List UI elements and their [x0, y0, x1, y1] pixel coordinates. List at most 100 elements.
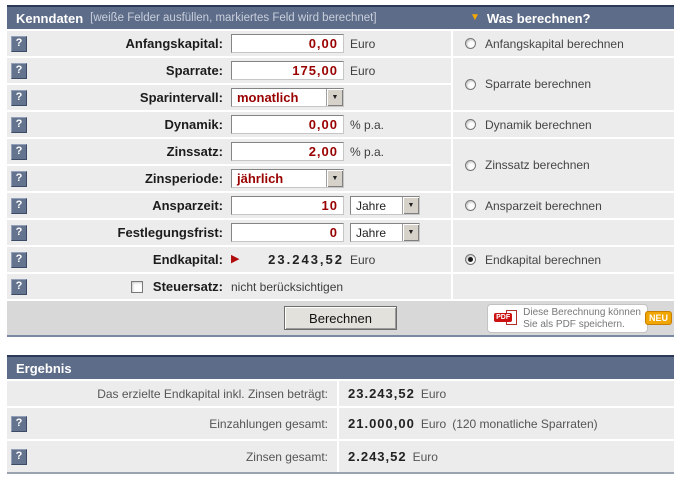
form-row-dynamik: ? Dynamik: % p.a. — [7, 112, 451, 137]
ansparzeit-unit-select[interactable]: Jahre ▼ — [350, 196, 420, 215]
ergebnis-panel: Ergebnis Das erzielte Endkapital inkl. Z… — [7, 355, 674, 474]
result-unit: Euro — [421, 387, 446, 401]
triangle-down-icon: ▼ — [470, 13, 480, 23]
sparrate-label: Sparrate: — [31, 63, 223, 78]
radio-cell-empty — [453, 220, 674, 245]
pdf-tag: PDF — [494, 313, 512, 322]
pdf-save-link[interactable]: PDF Diese Berechnung könnenSie als PDF s… — [487, 304, 648, 333]
radio-ansparzeit-berechnen[interactable]: Ansparzeit berechnen — [453, 193, 674, 218]
ansparzeit-label: Ansparzeit: — [31, 198, 223, 213]
help-button[interactable]: ? — [11, 279, 27, 295]
dropdown-arrow-icon[interactable]: ▼ — [326, 89, 343, 106]
anfangskapital-label: Anfangskapital: — [31, 36, 223, 51]
sparintervall-label: Sparintervall: — [31, 90, 223, 105]
radio-icon[interactable] — [465, 254, 476, 265]
help-button[interactable]: ? — [11, 36, 27, 52]
panel-title: Ergebnis — [16, 361, 72, 376]
radio-label: Sparrate berechnen — [485, 77, 591, 91]
berechnen-button[interactable]: Berechnen — [284, 306, 397, 330]
radio-zinssatz-berechnen[interactable]: Zinssatz berechnen — [453, 139, 674, 191]
dropdown-arrow-icon[interactable]: ▼ — [402, 197, 419, 214]
dynamik-unit: % p.a. — [350, 118, 384, 132]
dropdown-arrow-glyph: ▼ — [332, 175, 339, 182]
result-row-einzahlungen: ? Einzahlungen gesamt: 21.000,00 Euro (1… — [7, 408, 674, 439]
radio-icon[interactable] — [465, 79, 476, 90]
endkapital-value-box: ▶ 23.243,52 — [231, 250, 344, 269]
radio-column: Anfangskapital berechnen Sparrate berech… — [453, 31, 674, 299]
was-berechnen-link[interactable]: ▼ Was berechnen? — [470, 7, 590, 29]
form-column: ? Anfangskapital: Euro ? Sparrate: Euro … — [7, 31, 451, 299]
dynamik-input[interactable] — [231, 115, 344, 134]
radio-dynamik-berechnen[interactable]: Dynamik berechnen — [453, 112, 674, 137]
zinssatz-label: Zinssatz: — [31, 144, 223, 159]
dynamik-label: Dynamik: — [31, 117, 223, 132]
form-row-sparintervall: ? Sparintervall: monatlich ▼ — [7, 85, 451, 110]
result-label: Einzahlungen gesamt: — [27, 417, 337, 431]
help-button[interactable]: ? — [11, 252, 27, 268]
dropdown-arrow-glyph: ▼ — [408, 202, 415, 209]
radio-label: Zinssatz berechnen — [485, 158, 590, 172]
dropdown-arrow-glyph: ▼ — [332, 94, 339, 101]
radio-icon[interactable] — [465, 119, 476, 130]
anfangskapital-input[interactable] — [231, 34, 344, 53]
radio-label: Anfangskapital berechnen — [485, 37, 624, 51]
ergebnis-rows: Das erzielte Endkapital inkl. Zinsen bet… — [7, 381, 674, 474]
festlegungsfrist-unit-select[interactable]: Jahre ▼ — [350, 223, 420, 242]
result-unit: Euro — [413, 450, 438, 464]
result-label-cell: Das erzielte Endkapital inkl. Zinsen bet… — [7, 381, 337, 406]
help-button[interactable]: ? — [11, 117, 27, 133]
result-value-cell: 2.243,52 Euro — [339, 441, 674, 472]
help-button[interactable]: ? — [11, 225, 27, 241]
steuersatz-label: Steuersatz: — [153, 279, 223, 294]
select-value: jährlich — [232, 171, 326, 186]
form-row-endkapital: ? Endkapital: ▶ 23.243,52 Euro — [7, 247, 451, 272]
ergebnis-header: Ergebnis — [7, 355, 674, 379]
panel-title: Kenndaten — [16, 11, 83, 26]
radio-icon[interactable] — [465, 200, 476, 211]
form-row-anfangskapital: ? Anfangskapital: Euro — [7, 31, 451, 56]
endkapital-value: 23.243,52 — [239, 252, 344, 267]
dropdown-arrow-icon[interactable]: ▼ — [402, 224, 419, 241]
kenndaten-header: Kenndaten [weiße Felder ausfüllen, marki… — [7, 5, 674, 29]
anfangskapital-unit: Euro — [350, 37, 375, 51]
result-label: Das erzielte Endkapital inkl. Zinsen bet… — [7, 387, 337, 401]
sparrate-unit: Euro — [350, 64, 375, 78]
radio-sparrate-berechnen[interactable]: Sparrate berechnen — [453, 58, 674, 110]
result-value: 21.000,00 — [348, 416, 415, 431]
marked-field-arrow-icon: ▶ — [231, 254, 239, 265]
select-value: Jahre — [351, 226, 402, 240]
kenndaten-body: ? Anfangskapital: Euro ? Sparrate: Euro … — [7, 31, 674, 299]
neu-badge: NEU — [645, 311, 672, 325]
radio-icon[interactable] — [465, 160, 476, 171]
radio-icon[interactable] — [465, 38, 476, 49]
radio-anfangskapital-berechnen[interactable]: Anfangskapital berechnen — [453, 31, 674, 56]
ansparzeit-input[interactable] — [231, 196, 344, 215]
form-row-zinsperiode: ? Zinsperiode: jährlich ▼ — [7, 166, 451, 191]
radio-label: Ansparzeit berechnen — [485, 199, 602, 213]
help-button[interactable]: ? — [11, 63, 27, 79]
result-value-cell: 21.000,00 Euro (120 monatliche Sparraten… — [339, 408, 674, 439]
zinssatz-input[interactable] — [231, 142, 344, 161]
panel-subtitle: [weiße Felder ausfüllen, markiertes Feld… — [90, 12, 376, 24]
sparintervall-select[interactable]: monatlich ▼ — [231, 88, 344, 107]
pdf-text: Diese Berechnung könnenSie als PDF speic… — [523, 307, 641, 331]
help-button[interactable]: ? — [11, 416, 27, 432]
help-button[interactable]: ? — [11, 198, 27, 214]
sparrate-input[interactable] — [231, 61, 344, 80]
dropdown-arrow-icon[interactable]: ▼ — [326, 170, 343, 187]
help-button[interactable]: ? — [11, 171, 27, 187]
help-button[interactable]: ? — [11, 90, 27, 106]
zinssatz-unit: % p.a. — [350, 145, 384, 159]
festlegungsfrist-input[interactable] — [231, 223, 344, 242]
radio-endkapital-berechnen[interactable]: Endkapital berechnen — [453, 247, 674, 272]
steuersatz-checkbox[interactable] — [131, 281, 143, 293]
form-row-festlegungsfrist: ? Festlegungsfrist: Jahre ▼ — [7, 220, 451, 245]
zinsperiode-select[interactable]: jährlich ▼ — [231, 169, 344, 188]
select-value: Jahre — [351, 199, 402, 213]
endkapital-label: Endkapital: — [31, 252, 223, 267]
help-button[interactable]: ? — [11, 144, 27, 160]
result-label: Zinsen gesamt: — [27, 450, 337, 464]
pdf-text-line2: Sie als PDF speichern. — [523, 319, 625, 330]
select-value: monatlich — [232, 90, 326, 105]
help-button[interactable]: ? — [11, 449, 27, 465]
